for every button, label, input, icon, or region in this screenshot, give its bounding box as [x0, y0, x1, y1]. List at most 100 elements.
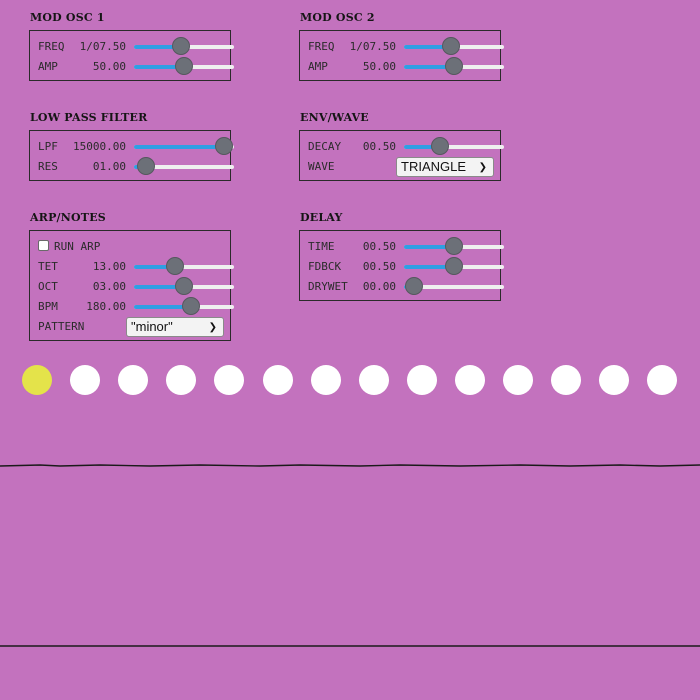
- arp-notes-heading: ARP/NOTES: [30, 211, 106, 224]
- tet-label: TET: [38, 260, 58, 273]
- sequencer-step[interactable]: [647, 365, 678, 395]
- res-value: 01.00: [92, 160, 126, 173]
- mod-osc-1-panel: FREQ 1/07.50 AMP 50.00: [29, 30, 234, 81]
- slider-thumb[interactable]: [175, 277, 193, 295]
- lpf-label: LPF: [38, 140, 58, 153]
- amp-row: AMP 50.00: [308, 57, 504, 77]
- sequencer-step[interactable]: [310, 365, 341, 395]
- freq-slider[interactable]: [404, 37, 504, 57]
- slider-thumb[interactable]: [445, 237, 463, 255]
- pattern-select[interactable]: "minor" ❯: [126, 317, 224, 337]
- slider-thumb[interactable]: [442, 37, 460, 55]
- sequencer-step[interactable]: [358, 365, 389, 395]
- chevron-down-icon: ❯: [208, 322, 217, 333]
- delay-heading: DELAY: [300, 211, 343, 224]
- slider-fill: [134, 145, 224, 149]
- lpf-value: 15000.00: [73, 140, 126, 153]
- env-wave-panel: DECAY 00.50 WAVE TRIANGLE ❯: [299, 130, 504, 181]
- freq-value: 1/07.50: [79, 40, 126, 53]
- pattern-label: PATTERN: [38, 320, 85, 333]
- lpf-slider[interactable]: [134, 137, 234, 157]
- amp-slider[interactable]: [404, 57, 504, 77]
- sequencer-step[interactable]: [599, 365, 630, 395]
- waveform-line: [0, 464, 700, 467]
- slider-thumb[interactable]: [445, 57, 463, 75]
- tet-row: TET 13.00: [38, 257, 234, 277]
- slider-thumb[interactable]: [166, 257, 184, 275]
- waveform-baseline: [0, 645, 700, 647]
- pattern-select-value: "minor": [131, 319, 173, 334]
- wave-row: WAVE TRIANGLE ❯: [308, 157, 496, 177]
- res-slider[interactable]: [134, 157, 234, 177]
- pattern-row: PATTERN "minor" ❯: [38, 317, 226, 337]
- slider-thumb[interactable]: [431, 137, 449, 155]
- drywet-slider[interactable]: [404, 277, 504, 297]
- sequencer-step[interactable]: [166, 365, 197, 395]
- fdbck-slider[interactable]: [404, 257, 504, 277]
- freq-row: FREQ 1/07.50: [308, 37, 504, 57]
- slider-thumb[interactable]: [172, 37, 190, 55]
- slider-thumb[interactable]: [405, 277, 423, 295]
- freq-row: FREQ 1/07.50: [38, 37, 234, 57]
- low-pass-filter-heading: LOW PASS FILTER: [30, 111, 148, 124]
- sequencer-step[interactable]: [118, 365, 149, 395]
- freq-label: FREQ: [308, 40, 335, 53]
- tet-value: 13.00: [92, 260, 126, 273]
- bpm-row: BPM 180.00: [38, 297, 234, 317]
- sequencer-step[interactable]: [551, 365, 582, 395]
- sequencer-step[interactable]: [214, 365, 245, 395]
- drywet-row: DRYWET 00.00: [308, 277, 504, 297]
- decay-value: 00.50: [362, 140, 396, 153]
- sequencer-step[interactable]: [406, 365, 437, 395]
- time-value: 00.50: [362, 240, 396, 253]
- decay-row: DECAY 00.50: [308, 137, 504, 157]
- sequencer-step[interactable]: [70, 365, 101, 395]
- bpm-value: 180.00: [86, 300, 126, 313]
- wave-label: WAVE: [308, 160, 335, 173]
- delay-panel: TIME 00.50 FDBCK 00.50 DRYWET 00.00: [299, 230, 504, 301]
- fdbck-value: 00.50: [362, 260, 396, 273]
- oct-row: OCT 03.00: [38, 277, 234, 297]
- mod-osc-2-heading: MOD OSC 2: [300, 11, 375, 24]
- sequencer-step[interactable]: [503, 365, 533, 395]
- slider-thumb[interactable]: [182, 297, 200, 315]
- run-arp-row: RUN ARP: [38, 237, 226, 257]
- time-label: TIME: [308, 240, 335, 253]
- run-arp-checkbox[interactable]: [38, 240, 49, 251]
- mod-osc-2-panel: FREQ 1/07.50 AMP 50.00: [299, 30, 504, 81]
- low-pass-filter-panel: LPF 15000.00 RES 01.00: [29, 130, 234, 181]
- sequencer-step[interactable]: [22, 365, 52, 395]
- arp-notes-panel: RUN ARP TET 13.00 OCT 03.00 BPM 180.00 P…: [29, 230, 234, 341]
- amp-value: 50.00: [92, 60, 126, 73]
- env-wave-heading: ENV/WAVE: [300, 111, 369, 124]
- slider-thumb[interactable]: [445, 257, 463, 275]
- bpm-label: BPM: [38, 300, 58, 313]
- sequencer-step[interactable]: [454, 365, 485, 395]
- sequencer-step[interactable]: [262, 365, 293, 395]
- decay-slider[interactable]: [404, 137, 504, 157]
- oct-slider[interactable]: [134, 277, 234, 297]
- oct-label: OCT: [38, 280, 58, 293]
- slider-thumb[interactable]: [215, 137, 233, 155]
- wave-select[interactable]: TRIANGLE ❯: [396, 157, 494, 177]
- bpm-slider[interactable]: [134, 297, 234, 317]
- slider-thumb[interactable]: [137, 157, 155, 175]
- amp-label: AMP: [308, 60, 328, 73]
- mod-osc-1-heading: MOD OSC 1: [30, 11, 105, 24]
- freq-label: FREQ: [38, 40, 65, 53]
- run-arp-label: RUN ARP: [54, 240, 101, 253]
- wave-select-value: TRIANGLE: [401, 159, 467, 174]
- slider-thumb[interactable]: [175, 57, 193, 75]
- amp-slider[interactable]: [134, 57, 234, 77]
- drywet-value: 00.00: [362, 280, 396, 293]
- chevron-down-icon: ❯: [478, 162, 487, 173]
- freq-value: 1/07.50: [349, 40, 396, 53]
- res-label: RES: [38, 160, 58, 173]
- tet-slider[interactable]: [134, 257, 234, 277]
- lpf-row: LPF 15000.00: [38, 137, 234, 157]
- amp-label: AMP: [38, 60, 58, 73]
- time-row: TIME 00.50: [308, 237, 504, 257]
- time-slider[interactable]: [404, 237, 504, 257]
- amp-row: AMP 50.00: [38, 57, 234, 77]
- freq-slider[interactable]: [134, 37, 234, 57]
